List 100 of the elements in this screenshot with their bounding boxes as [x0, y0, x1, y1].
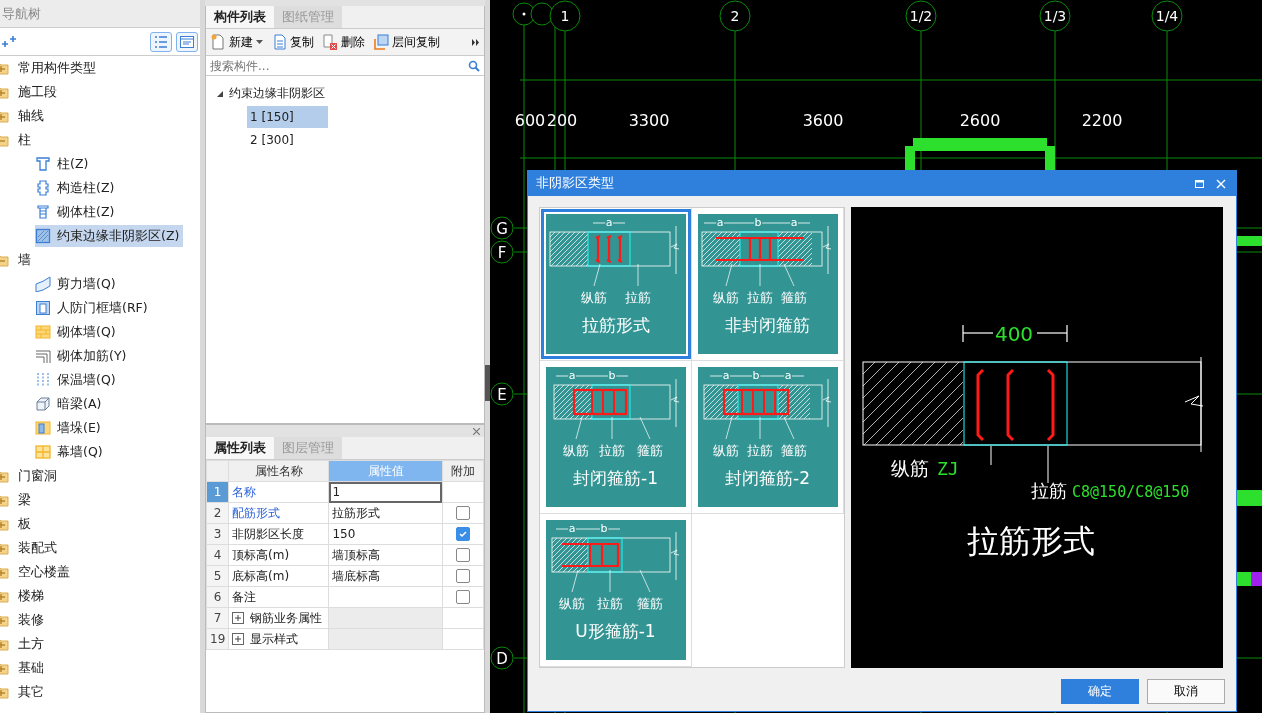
nav-tree-item[interactable]: 装配式 — [15, 537, 60, 559]
nav-tree-item[interactable]: 幕墙(Q) — [35, 441, 107, 463]
row-number[interactable]: 6 — [206, 586, 229, 608]
nav-tree-item[interactable]: 板 — [15, 513, 34, 535]
row-number[interactable]: 3 — [206, 523, 229, 545]
nav-tree-item[interactable]: 墙垛(E) — [35, 417, 105, 439]
nav-tree-item[interactable]: 砌体墙(Q) — [35, 321, 120, 343]
struct-column-icon — [35, 180, 51, 196]
leader-line — [609, 569, 610, 593]
checkbox[interactable] — [455, 506, 470, 521]
nav-tree-item[interactable]: 轴线 — [15, 105, 47, 127]
panel-view-button[interactable] — [176, 31, 198, 52]
tie-bar-spec: C8@150/C8@150 — [1072, 483, 1190, 501]
collapse-icon[interactable] — [216, 89, 224, 98]
more-icon[interactable] — [472, 38, 480, 46]
document-icon — [271, 34, 287, 50]
checkbox[interactable] — [455, 590, 470, 605]
checkbox[interactable] — [455, 569, 470, 584]
nav-tree-item[interactable]: 常用构件类型 — [15, 57, 99, 79]
nav-tree-item[interactable]: 基础 — [15, 657, 47, 679]
break-line — [822, 225, 831, 275]
nav-tree-item[interactable]: 剪力墙(Q) — [35, 273, 120, 295]
axis-label: 1/2 — [909, 8, 933, 24]
axis-bubble — [1039, 0, 1071, 32]
component-item[interactable]: 2 [300] — [247, 128, 328, 151]
nav-tree-item[interactable]: 人防门框墙(RF) — [35, 297, 152, 319]
dimension-label: 600 — [514, 111, 546, 130]
cad-canvas[interactable]: 1 2 1/2 1/3 1/4 600 200 3300 3600 2600 2200 G F E D 非阴影区类型 a 纵筋 拉筋 拉筋形式 a b a 纵筋 拉筋 箍筋 非封闭箍筋 a b 纵筋 拉筋 箍筋 封闭箍筋-1 a b a 纵筋 拉筋 箍筋 封闭箍筋-2 a b 纵筋 拉筋 箍筋 U形箍筋-1 400 纵筋 ZJ 拉筋 C8@150/C8@150 拉筋形式 确定 取消 — [490, 0, 1262, 713]
component-item[interactable]: 1 [150] — [247, 105, 328, 128]
nav-tree-item[interactable]: 柱(Z) — [35, 153, 93, 175]
nav-tree-item[interactable]: 暗梁(A) — [35, 393, 106, 415]
hatch-pattern — [703, 384, 738, 420]
axis-bubble — [490, 646, 514, 670]
callout-label: 拉筋 — [596, 596, 623, 611]
zone-outline — [737, 384, 778, 420]
nav-tree-item[interactable]: 门窗洞 — [15, 465, 60, 487]
dialog-button[interactable]: 取消 — [1147, 678, 1225, 704]
nav-tree-item[interactable]: 空心楼盖 — [15, 561, 73, 583]
leader-line — [725, 263, 732, 287]
plus-icon[interactable] — [232, 633, 245, 645]
axis-bubble — [490, 382, 514, 406]
option-title: U形箍筋-1 — [575, 620, 656, 643]
reinforcement-option[interactable]: a 纵筋 拉筋 拉筋形式 — [540, 209, 691, 359]
toolbar-button[interactable]: 复制 — [271, 33, 314, 51]
axis-bubble — [1151, 0, 1183, 32]
nav-tree-item[interactable]: 土方 — [15, 633, 47, 655]
nav-tree-item[interactable]: 柱 — [15, 129, 34, 151]
row-number[interactable]: 19 — [206, 628, 229, 650]
add-icon[interactable] — [2, 35, 16, 48]
dimension-line — [555, 528, 620, 530]
panes-icon — [35, 444, 51, 460]
rebar-drawing — [560, 542, 619, 568]
row-number[interactable]: 5 — [206, 565, 229, 587]
nav-tree-item[interactable]: 砌体加筋(Y) — [35, 345, 131, 367]
option-title: 封闭箍筋-1 — [573, 467, 658, 490]
nav-tree-item[interactable]: 约束边缘非阴影区(Z) — [35, 225, 184, 247]
nav-tree-item[interactable]: 梁 — [15, 489, 34, 511]
axis-label: 1/4 — [1155, 8, 1179, 24]
row-number[interactable]: 2 — [206, 502, 229, 524]
axis-label: 1/3 — [1043, 8, 1067, 24]
caret-icon — [256, 40, 263, 44]
toolbar-button[interactable]: 层间复制 — [373, 33, 440, 51]
dialog-button[interactable]: 确定 — [1061, 678, 1139, 704]
zone-outline — [591, 384, 630, 420]
nav-tree-item[interactable]: 砌体柱(Z) — [35, 201, 119, 223]
close-icon[interactable] — [473, 427, 480, 435]
value-field[interactable]: 1 — [328, 481, 443, 503]
callout-label: 拉筋 — [746, 290, 773, 305]
leader-line — [759, 416, 760, 440]
row-number[interactable]: 7 — [206, 607, 229, 629]
row-number[interactable]: 4 — [206, 544, 229, 566]
column-header: 属性名称 — [228, 460, 329, 482]
option-title: 非封闭箍筋 — [725, 314, 810, 337]
dimension-label: 2600 — [959, 111, 1001, 130]
panel-tab[interactable]: 属性列表 — [206, 437, 274, 459]
nav-tree-item[interactable]: 楼梯 — [15, 585, 47, 607]
hatch-pattern — [777, 231, 812, 267]
axis-label: G — [496, 220, 508, 238]
checkbox[interactable] — [455, 548, 470, 563]
checkbox[interactable] — [455, 527, 470, 542]
nav-tree-item[interactable]: 装修 — [15, 609, 47, 631]
dimension-label: b — [608, 369, 615, 382]
panel-tab[interactable]: 构件列表 — [206, 6, 274, 28]
maximize-icon[interactable] — [1195, 179, 1204, 188]
toolbar-button[interactable]: 新建 — [210, 33, 263, 51]
toolbar-button[interactable]: 删除 — [322, 33, 365, 51]
nav-tree-item[interactable]: 保温墙(Q) — [35, 369, 120, 391]
axis-bubble — [490, 240, 514, 264]
search-icon[interactable] — [468, 59, 480, 72]
nav-tree-item[interactable]: 施工段 — [15, 81, 60, 103]
leader-line — [639, 416, 650, 440]
tree-node[interactable]: 约束边缘非阴影区 — [229, 85, 325, 102]
nav-tree-item[interactable]: 墙 — [15, 249, 34, 271]
search-field[interactable]: 搜索构件... — [210, 58, 468, 73]
nav-tree-item[interactable]: 其它 — [15, 681, 47, 703]
break-line — [670, 225, 679, 275]
nav-tree-item[interactable]: 构造柱(Z) — [35, 177, 119, 199]
list-view-button[interactable] — [150, 31, 172, 52]
property-name: 非阴影区长度 — [228, 523, 329, 545]
plus-icon[interactable] — [232, 612, 245, 624]
